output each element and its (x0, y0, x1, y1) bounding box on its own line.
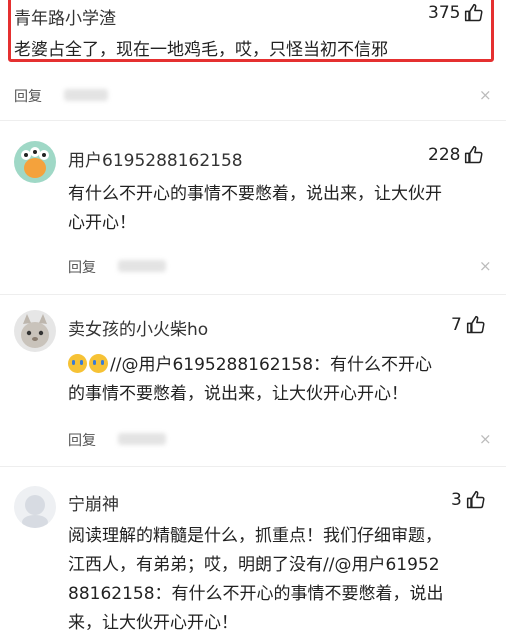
reply-meta (64, 89, 108, 101)
comment-line: 江西人，有弟弟；哎，明朗了没有//@用户61952 (68, 555, 440, 575)
close-icon[interactable]: × (479, 86, 492, 104)
like-count: 228 (428, 145, 461, 165)
comment-line: 来，让大伙开心开心！ (68, 613, 238, 633)
close-icon[interactable]: × (479, 430, 492, 448)
reply-meta (118, 433, 166, 445)
reply-button[interactable]: 回复 (68, 430, 96, 450)
avatar[interactable] (14, 141, 56, 183)
comment-line: 88162158：有什么不开心的事情不要憋着，说出 (68, 584, 444, 604)
username[interactable]: 用户6195288162158 (68, 146, 243, 171)
comment-line: 阅读理解的精髓是什么，抓重点！我们仔细审题， (68, 526, 442, 546)
crying-laughing-emoji-icon (89, 354, 108, 373)
reply-button[interactable]: 回复 (68, 257, 96, 277)
comment-text: 老婆占全了，现在一地鸡毛，哎，只怪当初不信邪 (14, 40, 388, 60)
comment-line: 的事情不要憋着，说出来，让大伙开心开心！ (68, 384, 408, 404)
like-count: 3 (451, 490, 462, 510)
reply-meta (118, 260, 166, 272)
thumbs-up-icon (465, 145, 483, 164)
avatar-image (14, 141, 56, 183)
close-icon[interactable]: × (479, 257, 492, 275)
divider (0, 294, 506, 295)
avatar[interactable] (14, 486, 56, 528)
divider (0, 120, 506, 121)
crying-laughing-emoji-icon (68, 354, 87, 373)
like-button[interactable]: 228 (428, 145, 484, 165)
like-button[interactable]: 375 (428, 3, 484, 23)
comment-line: 心开心！ (68, 213, 136, 233)
comment-text: 阅读理解的精髓是什么，抓重点！我们仔细审题， 江西人，有弟弟；哎，明朗了没有//… (68, 522, 444, 638)
comment-text: //@用户6195288162158：有什么不开心 的事情不要憋着，说出来，让大… (68, 351, 432, 409)
username[interactable]: 宁崩神 (68, 490, 119, 515)
comment-line: //@用户6195288162158：有什么不开心 (68, 351, 432, 380)
thumbs-up-icon (465, 3, 483, 22)
avatar-image (14, 310, 56, 352)
avatar[interactable] (14, 310, 56, 352)
avatar-image (14, 486, 56, 528)
comment-line: 有什么不开心的事情不要憋着，说出来，让大伙开 (68, 184, 442, 204)
username[interactable]: 青年路小学渣 (14, 4, 116, 29)
divider (0, 466, 506, 467)
thumbs-up-icon (466, 490, 485, 509)
like-button[interactable]: 3 (451, 490, 486, 510)
like-count: 375 (428, 3, 461, 23)
like-count: 7 (451, 315, 462, 335)
like-button[interactable]: 7 (451, 315, 486, 335)
username[interactable]: 卖女孩的小火柴ho (68, 315, 208, 340)
thumbs-up-icon (466, 315, 485, 334)
comment-text: 有什么不开心的事情不要憋着，说出来，让大伙开 心开心！ (68, 180, 442, 238)
reply-button[interactable]: 回复 (14, 86, 42, 106)
